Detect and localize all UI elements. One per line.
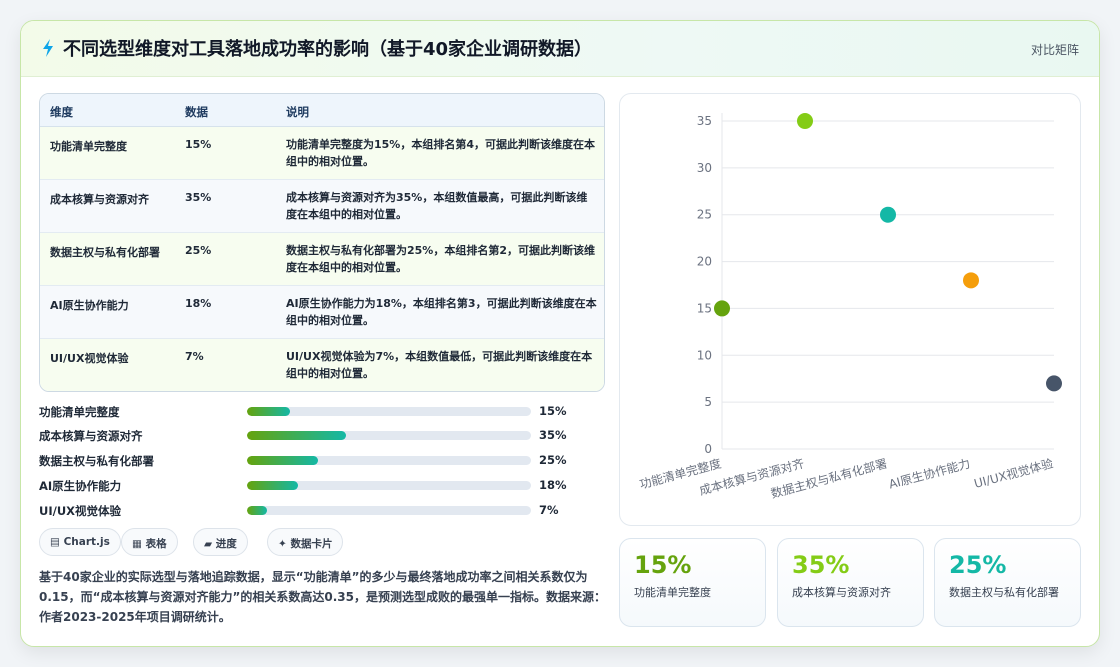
progress-value: 25% [539, 453, 567, 467]
row-description: 成本核算与资源对齐为35%，本组数值最高，可据此判断该维度在本组中的相对位置。 [286, 191, 588, 221]
progress-label: 成本核算与资源对齐 [39, 429, 143, 443]
stat-value: 15% [634, 551, 692, 579]
progress-fill [247, 431, 347, 440]
x-tick-label: AI原生协作能力 [887, 455, 972, 491]
scatter-point [880, 206, 896, 223]
main-card: 不同选型维度对工具落地成功率的影响（基于40家企业调研数据） 对比矩阵 维度 数… [20, 20, 1100, 647]
row-value: 35% [185, 191, 212, 204]
page-title: 不同选型维度对工具落地成功率的影响（基于40家企业调研数据） [63, 39, 593, 60]
tag-chartjs[interactable]: ▤ Chart.js [39, 528, 121, 556]
row-description: UI/UX视觉体验为7%，本组数值最低，可据此判断该维度在本组中的相对位置。 [286, 350, 593, 380]
row-dimension: 成本核算与资源对齐 [50, 193, 149, 206]
progress-track [247, 407, 531, 416]
progress-value: 7% [539, 503, 559, 517]
y-tick-label: 20 [697, 255, 712, 269]
row-description: AI原生协作能力为18%，本组排名第3，可据此判断该维度在本组中的相对位置。 [286, 297, 597, 327]
chart-svg: 05101520253035功能清单完整度成本核算与资源对齐数据主权与私有化部署… [638, 113, 1062, 501]
y-tick-label: 30 [697, 161, 712, 175]
stat-label: 数据主权与私有化部署 [949, 586, 1059, 599]
scatter-point [797, 113, 813, 129]
row-dimension: AI原生协作能力 [50, 299, 129, 312]
table-row: AI原生协作能力 18% AI原生协作能力为18%，本组排名第3，可据此判断该维… [40, 286, 604, 339]
progress-row: UI/UX视觉体验 7% [39, 501, 599, 519]
stat-value: 35% [792, 551, 850, 579]
stat-label: 功能清单完整度 [634, 586, 711, 599]
row-dimension: UI/UX视觉体验 [50, 352, 129, 365]
progress-fill [247, 407, 290, 416]
progress-track [247, 506, 531, 515]
progress-row: AI原生协作能力 18% [39, 476, 599, 494]
progress-fill [247, 481, 299, 490]
table-row: 功能清单完整度 15% 功能清单完整度为15%，本组排名第4，可据此判断该维度在… [40, 127, 604, 180]
y-tick-label: 35 [697, 114, 712, 128]
lightning-icon [43, 39, 53, 57]
scatter-point [714, 300, 730, 317]
stat-card: 35% 成本核算与资源对齐 [777, 538, 924, 627]
table-header: 维度 数据 说明 [40, 94, 604, 127]
progress-value: 35% [539, 428, 567, 442]
row-value: 25% [185, 244, 212, 257]
row-value: 18% [185, 297, 212, 310]
progress-label: AI原生协作能力 [39, 479, 122, 493]
progress-track [247, 456, 531, 465]
row-description: 数据主权与私有化部署为25%，本组排名第2，可据此判断该维度在本组中的相对位置。 [286, 244, 595, 274]
stat-card: 15% 功能清单完整度 [619, 538, 766, 627]
progress-label: 数据主权与私有化部署 [39, 454, 154, 468]
y-tick-label: 0 [704, 442, 712, 456]
progress-row: 成本核算与资源对齐 35% [39, 426, 599, 444]
table-row: UI/UX视觉体验 7% UI/UX视觉体验为7%，本组数值最低，可据此判断该维… [40, 339, 604, 391]
stat-card: 25% 数据主权与私有化部署 [934, 538, 1081, 627]
row-description: 功能清单完整度为15%，本组排名第4，可据此判断该维度在本组中的相对位置。 [286, 138, 595, 168]
row-value: 15% [185, 138, 212, 151]
progress-row: 功能清单完整度 15% [39, 402, 599, 420]
progress-track [247, 481, 531, 490]
stat-label: 成本核算与资源对齐 [792, 586, 891, 599]
tag-progress[interactable]: ▰ 进度 [193, 528, 248, 556]
footnote: 基于40家企业的实际选型与落地追踪数据，显示“功能清单”的多少与最终落地成功率之… [39, 570, 606, 624]
x-tick-label: UI/UX视觉体验 [972, 455, 1054, 491]
progress-track [247, 431, 531, 440]
column-header-description: 说明 [286, 105, 309, 119]
progress-label: UI/UX视觉体验 [39, 504, 122, 518]
tag-data-card[interactable]: ✦ 数据卡片 [267, 528, 344, 556]
header: 不同选型维度对工具落地成功率的影响（基于40家企业调研数据） 对比矩阵 [21, 21, 1099, 77]
row-dimension: 功能清单完整度 [50, 140, 127, 153]
tag-table[interactable]: ▦ 表格 [121, 528, 178, 556]
y-tick-label: 5 [704, 395, 712, 409]
scatter-point [963, 272, 979, 289]
column-header-dimension: 维度 [50, 105, 73, 119]
stat-value: 25% [949, 551, 1007, 579]
table-row: 成本核算与资源对齐 35% 成本核算与资源对齐为35%，本组数值最高，可据此判断… [40, 180, 604, 233]
row-dimension: 数据主权与私有化部署 [50, 246, 160, 259]
y-tick-label: 15 [697, 301, 712, 315]
y-tick-label: 10 [697, 348, 712, 362]
column-header-data: 数据 [185, 105, 208, 119]
progress-label: 功能清单完整度 [39, 405, 120, 419]
progress-fill [247, 506, 267, 515]
progress-value: 18% [539, 478, 567, 492]
compare-matrix-label[interactable]: 对比矩阵 [1031, 41, 1079, 58]
progress-row: 数据主权与私有化部署 25% [39, 451, 599, 469]
data-table: 维度 数据 说明 功能清单完整度 15% 功能清单完整度为15%，本组排名第4，… [39, 93, 605, 392]
y-tick-label: 25 [697, 208, 712, 222]
scatter-point [1046, 375, 1062, 392]
scatter-chart: 0 5 10 15 20 25 30 35 功能清单完整度 成本核算与资源对齐 数据主权与私有化部署… [619, 93, 1081, 526]
progress-fill [247, 456, 318, 465]
progress-value: 15% [539, 404, 567, 418]
table-row: 数据主权与私有化部署 25% 数据主权与私有化部署为25%，本组排名第2，可据此… [40, 233, 604, 286]
row-value: 7% [185, 350, 204, 363]
